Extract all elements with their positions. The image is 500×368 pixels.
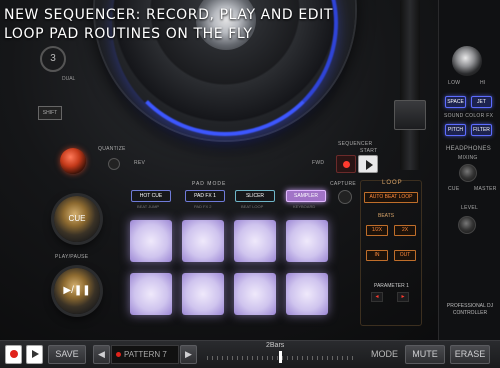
pad-mode-title: PAD MODE <box>192 181 227 187</box>
rev-label: REV <box>134 160 146 166</box>
filter-fx-button[interactable]: FILTER <box>471 124 492 136</box>
tempo-fader-track <box>400 0 420 170</box>
sequencer-record-button[interactable] <box>336 155 356 173</box>
jet-fx-button[interactable]: JET <box>471 96 492 108</box>
performance-pad-2[interactable] <box>182 220 224 262</box>
loop-in-button[interactable]: IN <box>366 250 388 261</box>
slicer-sub-label: BEAT LOOP <box>241 204 264 209</box>
space-fx-button[interactable]: SPACE <box>445 96 466 108</box>
cue-mix-label: CUE <box>448 186 460 192</box>
performance-pad-3[interactable] <box>234 220 276 262</box>
headline-line-1: NEW SEQUENCER: RECORD, PLAY AND EDIT <box>4 7 334 23</box>
red-knob[interactable] <box>60 148 86 174</box>
sampler-mode-button[interactable]: SAMPLER <box>286 190 326 202</box>
previous-pattern-button[interactable]: ◀ <box>93 345 110 364</box>
headphones-label: HEADPHONES <box>446 146 492 152</box>
tempo-fader-cap[interactable] <box>394 100 426 130</box>
mute-button[interactable]: MUTE <box>405 345 445 364</box>
capture-button[interactable] <box>338 190 352 204</box>
low-label: LOW <box>448 80 461 86</box>
performance-pad-1[interactable] <box>130 220 172 262</box>
play-button[interactable] <box>26 345 43 364</box>
mode-label: MODE <box>371 349 398 359</box>
loop-double-button[interactable]: 2X <box>394 225 416 236</box>
loop-half-button[interactable]: 1/2X <box>366 225 388 236</box>
hot-cue-sub-label: BEAT JUMP <box>137 204 160 209</box>
erase-button[interactable]: ERASE <box>450 345 490 364</box>
parameter-right-button[interactable]: ▸ <box>397 292 409 302</box>
parameter-left-button[interactable]: ◂ <box>371 292 383 302</box>
save-button[interactable]: SAVE <box>48 345 86 364</box>
parameter-label: PARAMETER 1 <box>374 283 409 289</box>
performance-pad-6[interactable] <box>182 273 224 315</box>
loop-title: LOOP <box>382 180 403 186</box>
performance-pad-5[interactable] <box>130 273 172 315</box>
headphone-mixing-knob[interactable] <box>459 164 477 182</box>
headphone-level-knob[interactable] <box>458 216 476 234</box>
pitch-fx-button[interactable]: PITCH <box>445 124 466 136</box>
dual-label: DUAL <box>62 76 76 82</box>
master-mix-label: MASTER <box>474 186 497 192</box>
record-button[interactable] <box>5 345 22 364</box>
sampler-sub-label: KEYBOARD <box>293 204 316 209</box>
shift-button[interactable]: SHIFT <box>38 106 62 120</box>
sequencer-label: SEQUENCER <box>338 141 373 147</box>
quantize-label: QUANTIZE <box>98 146 126 152</box>
slicer-mode-button[interactable]: SLICER <box>235 190 275 202</box>
hi-label: HI <box>480 80 486 86</box>
next-pattern-button[interactable]: ▶ <box>180 345 197 364</box>
pad-fx-sub-label: PAD FX 2 <box>194 204 212 209</box>
performance-pad-8[interactable] <box>286 273 328 315</box>
cue-button[interactable]: CUE <box>54 196 100 242</box>
performance-pad-4[interactable] <box>286 220 328 262</box>
pattern-selector[interactable]: PATTERN 7 <box>111 345 179 364</box>
fwd-label: FWD <box>312 160 325 166</box>
loop-out-button[interactable]: OUT <box>394 250 416 261</box>
sound-color-fx-label: SOUND COLOR FX <box>444 113 494 119</box>
play-pause-label: PLAY/PAUSE <box>55 254 89 260</box>
quantize-button[interactable] <box>108 158 120 170</box>
sequencer-start-button[interactable] <box>358 155 378 173</box>
capture-label: CAPTURE <box>330 181 356 187</box>
deck-select-button[interactable]: 3 <box>40 46 66 72</box>
bars-length-label: 2Bars <box>266 342 285 349</box>
auto-beat-loop-button[interactable]: AUTO BEAT LOOP <box>364 192 418 203</box>
pad-fx-mode-button[interactable]: PAD FX 1 <box>185 190 225 202</box>
sequencer-toolbar: SAVE ◀ PATTERN 7 ▶ 2Bars MODE MUTE ERASE <box>0 340 500 368</box>
sequencer-start-label: START <box>360 148 378 154</box>
sound-color-fx-knob[interactable] <box>452 46 482 76</box>
level-label: LEVEL <box>461 205 479 211</box>
hot-cue-mode-button[interactable]: HOT CUE <box>131 190 171 202</box>
performance-pad-7[interactable] <box>234 273 276 315</box>
headline: NEW SEQUENCER: RECORD, PLAY AND EDIT LOO… <box>4 6 333 44</box>
beats-label: BEATS <box>378 213 395 219</box>
headline-line-2: LOOP PAD ROUTINES ON THE FLY <box>4 26 253 42</box>
play-pause-button[interactable]: ▶/❚❚ <box>54 268 100 314</box>
bars-slider-thumb[interactable] <box>279 351 282 363</box>
controller-photo: NEW SEQUENCER: RECORD, PLAY AND EDIT LOO… <box>0 0 500 340</box>
product-label: PROFESSIONAL DJ CONTROLLER <box>446 303 494 316</box>
mixing-label: MIXING <box>458 155 478 161</box>
